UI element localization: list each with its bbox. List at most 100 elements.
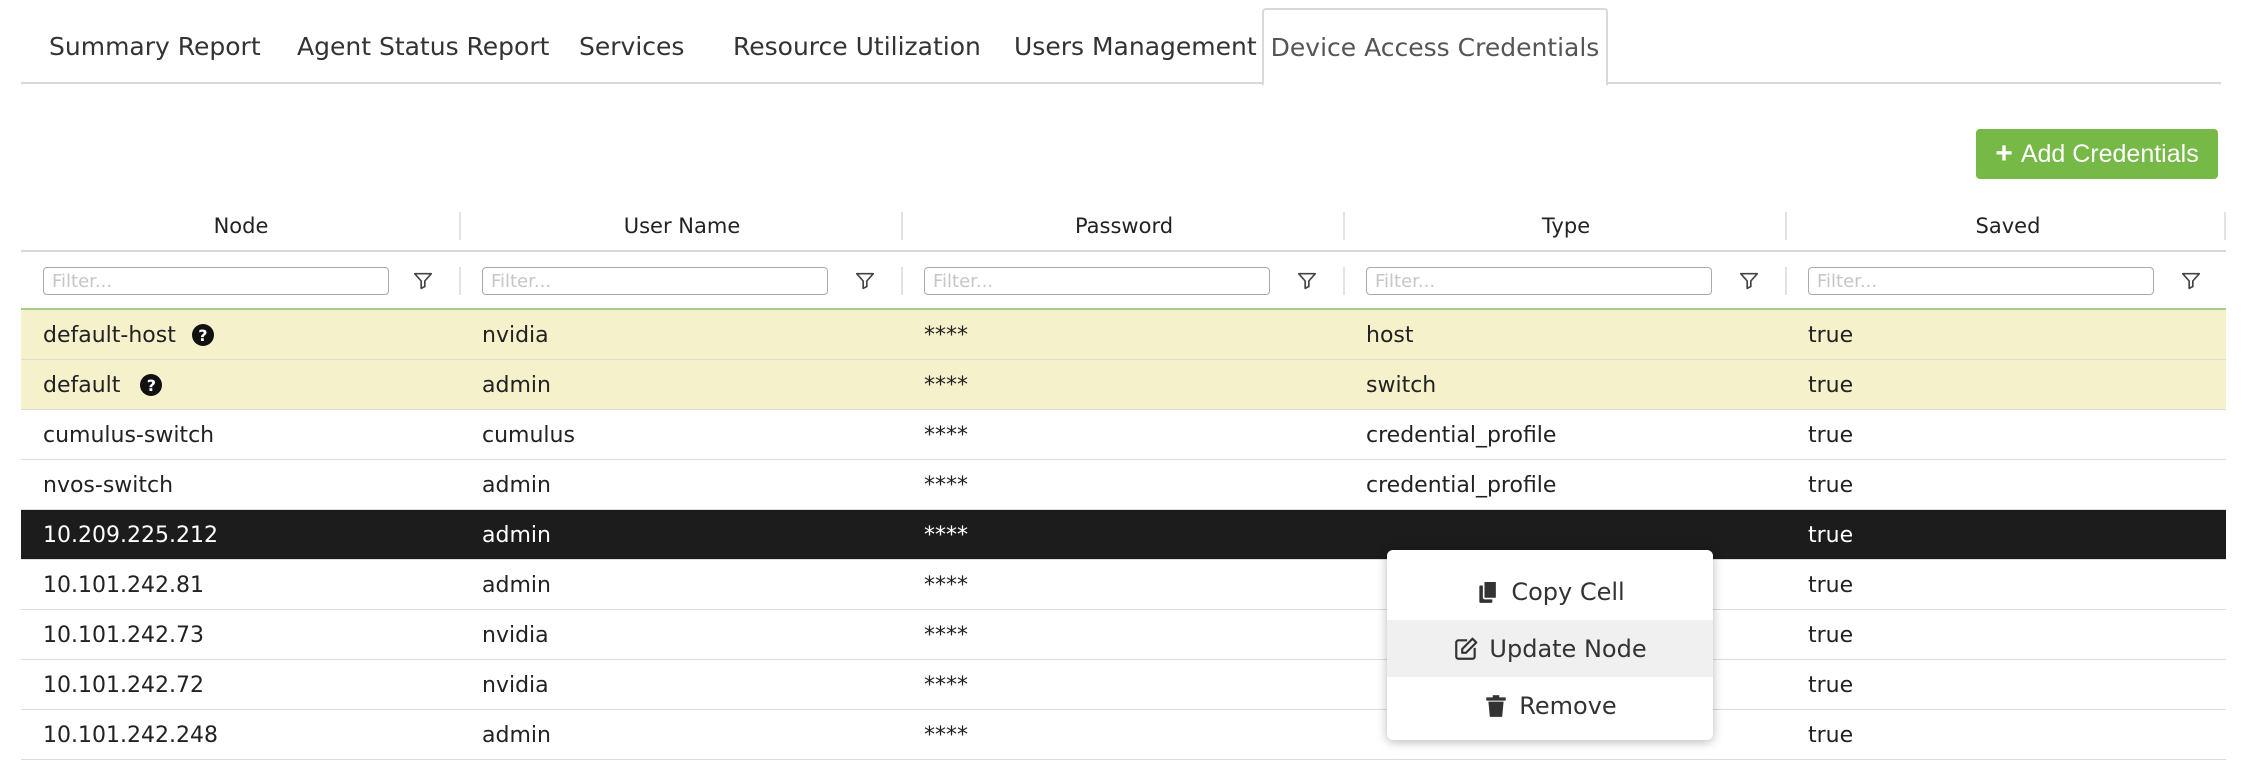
cell-saved[interactable]: true — [1808, 310, 1853, 360]
credentials-table: Node User Name Password Type Saved Filte… — [21, 200, 2226, 760]
filter-node — [43, 252, 389, 310]
cell-node[interactable]: 10.209.225.212 — [43, 510, 218, 560]
filter-type — [1366, 252, 1712, 310]
menu-item-label: Update Node — [1489, 634, 1647, 663]
cell-password[interactable]: **** — [924, 510, 968, 560]
cell-node[interactable]: 10.101.242.248 — [43, 710, 218, 760]
menu-item-remove[interactable]: Remove — [1387, 677, 1713, 734]
cell-node[interactable]: 10.101.242.72 — [43, 660, 204, 710]
menu-item-label: Copy Cell — [1511, 577, 1625, 606]
cell-password[interactable]: **** — [924, 460, 968, 510]
cell-type[interactable]: credential_profile — [1366, 460, 1556, 510]
cell-user-name[interactable]: nvidia — [482, 310, 549, 360]
column-separator — [459, 267, 461, 295]
table-row[interactable]: 10.101.242.72 nvidia **** true — [21, 660, 2226, 710]
filter-input-node[interactable] — [43, 267, 389, 295]
cell-saved[interactable]: true — [1808, 660, 1853, 710]
tab-users-management[interactable]: Users Management — [1014, 8, 1257, 84]
tab-summary-report[interactable]: Summary Report — [49, 8, 261, 84]
cell-node[interactable]: default-host? — [43, 310, 214, 360]
cell-saved[interactable]: true — [1808, 710, 1853, 760]
filter-input-type[interactable] — [1366, 267, 1712, 295]
tab-services[interactable]: Services — [579, 8, 684, 84]
tab-bar: Summary Report Agent Status Report Servi… — [21, 8, 2221, 86]
copy-icon — [1479, 579, 1498, 603]
column-header-password[interactable]: Password — [903, 200, 1345, 252]
cell-saved[interactable]: true — [1808, 410, 1853, 460]
filter-icon[interactable] — [1738, 270, 1760, 292]
cell-node[interactable]: default? — [43, 360, 163, 410]
cell-password[interactable]: **** — [924, 610, 968, 660]
column-separator — [1785, 267, 1787, 295]
filter-input-user-name[interactable] — [482, 267, 828, 295]
column-header-user-name[interactable]: User Name — [461, 200, 903, 252]
help-icon[interactable]: ? — [140, 374, 163, 396]
cell-type[interactable]: switch — [1366, 360, 1436, 410]
filter-saved — [1808, 252, 2154, 310]
plus-icon: + — [1995, 137, 2013, 170]
add-credentials-button[interactable]: + Add Credentials — [1976, 129, 2218, 179]
column-header-node[interactable]: Node — [21, 200, 461, 252]
filter-password — [924, 252, 1270, 310]
cell-node[interactable]: 10.101.242.73 — [43, 610, 204, 660]
tab-resource-utilization[interactable]: Resource Utilization — [733, 8, 981, 84]
cell-saved[interactable]: true — [1808, 560, 1853, 610]
add-credentials-label: Add Credentials — [2020, 139, 2199, 168]
cell-user-name[interactable]: nvidia — [482, 660, 549, 710]
edit-icon — [1455, 637, 1478, 660]
filter-input-password[interactable] — [924, 267, 1270, 295]
node-name: default-host — [43, 322, 176, 348]
filter-row — [21, 252, 2226, 310]
table-header: Node User Name Password Type Saved — [21, 200, 2226, 252]
cell-password[interactable]: **** — [924, 310, 968, 360]
column-header-saved[interactable]: Saved — [1787, 200, 2229, 252]
cell-password[interactable]: **** — [924, 710, 968, 760]
filter-icon[interactable] — [412, 270, 434, 292]
filter-icon[interactable] — [1296, 270, 1318, 292]
help-icon[interactable]: ? — [191, 324, 214, 346]
cell-user-name[interactable]: admin — [482, 710, 551, 760]
table-row[interactable]: 10.101.242.81 admin **** true — [21, 560, 2226, 610]
cell-password[interactable]: **** — [924, 360, 968, 410]
cell-password[interactable]: **** — [924, 660, 968, 710]
table-row[interactable]: 10.101.242.248 admin **** true — [21, 710, 2226, 760]
column-separator — [901, 267, 903, 295]
menu-item-label: Remove — [1519, 691, 1617, 720]
table-row[interactable]: default? admin **** switch true — [21, 360, 2226, 410]
context-menu: Copy Cell Update Node Remove — [1387, 550, 1713, 740]
cell-user-name[interactable]: admin — [482, 560, 551, 610]
cell-password[interactable]: **** — [924, 410, 968, 460]
cell-node[interactable]: nvos-switch — [43, 460, 173, 510]
cell-user-name[interactable]: nvidia — [482, 610, 549, 660]
column-header-type[interactable]: Type — [1345, 200, 1787, 252]
filter-icon[interactable] — [854, 270, 876, 292]
cell-saved[interactable]: true — [1808, 360, 1853, 410]
filter-input-saved[interactable] — [1808, 267, 2154, 295]
cell-node[interactable]: 10.101.242.81 — [43, 560, 204, 610]
cell-type[interactable]: host — [1366, 310, 1414, 360]
column-separator — [1343, 267, 1345, 295]
menu-item-update-node[interactable]: Update Node — [1387, 620, 1713, 677]
cell-saved[interactable]: true — [1808, 610, 1853, 660]
table-row[interactable]: default-host? nvidia **** host true — [21, 310, 2226, 360]
cell-user-name[interactable]: admin — [482, 510, 551, 560]
table-row[interactable]: cumulus-switch cumulus **** credential_p… — [21, 410, 2226, 460]
cell-user-name[interactable]: admin — [482, 460, 551, 510]
cell-saved[interactable]: true — [1808, 510, 1853, 560]
tab-agent-status-report[interactable]: Agent Status Report — [297, 8, 549, 84]
table-row[interactable]: nvos-switch admin **** credential_profil… — [21, 460, 2226, 510]
cell-saved[interactable]: true — [1808, 460, 1853, 510]
tab-device-access-credentials[interactable]: Device Access Credentials — [1262, 8, 1608, 86]
cell-type[interactable]: credential_profile — [1366, 410, 1556, 460]
menu-item-copy-cell[interactable]: Copy Cell — [1387, 563, 1713, 620]
filter-icon[interactable] — [2180, 270, 2202, 292]
node-name: default — [43, 372, 121, 398]
cell-user-name[interactable]: admin — [482, 360, 551, 410]
trash-icon — [1486, 694, 1507, 717]
cell-user-name[interactable]: cumulus — [482, 410, 575, 460]
table-row[interactable]: 10.101.242.73 nvidia **** true — [21, 610, 2226, 660]
cell-node[interactable]: cumulus-switch — [43, 410, 214, 460]
cell-password[interactable]: **** — [924, 560, 968, 610]
column-resize-handle[interactable] — [2224, 212, 2226, 240]
table-row-selected[interactable]: 10.209.225.212 admin **** true — [21, 510, 2226, 560]
